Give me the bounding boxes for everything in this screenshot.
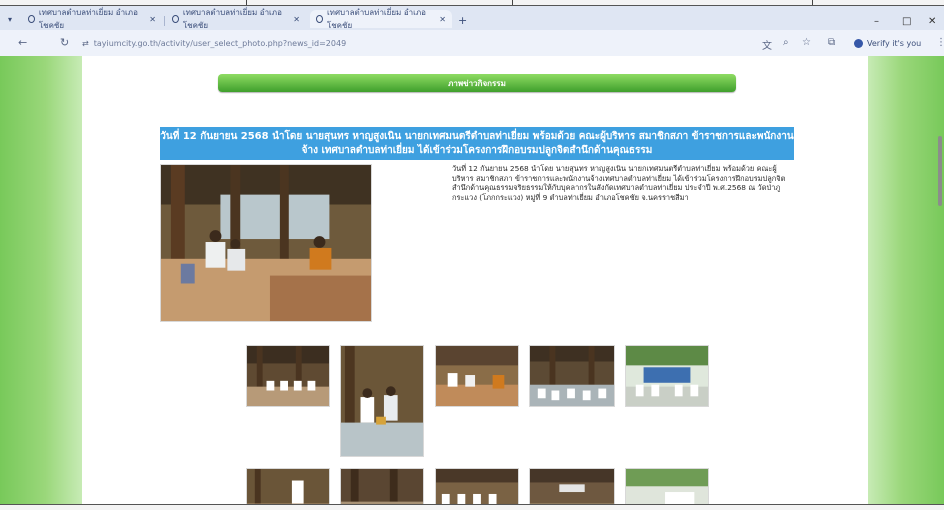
gallery-thumbnail[interactable] [625,345,709,407]
zoom-icon[interactable]: ⌕ [783,37,789,48]
scrollbar-thumb[interactable] [938,136,942,206]
url-text: tayiumcity.go.th/activity/user_select_ph… [93,38,347,48]
close-icon[interactable]: ✕ [293,15,300,24]
translate-icon[interactable]: 文 [762,37,772,52]
site-favicon-icon [28,15,35,23]
activity-photos-button[interactable]: ภาพข่าวกิจกรรม [218,74,736,92]
minimize-icon[interactable]: – [874,16,879,27]
extensions-icon[interactable]: ⧉ [828,37,835,48]
gallery-thumbnail[interactable] [435,468,519,505]
profile-avatar-icon [854,38,863,48]
profile-button[interactable]: Verify it's you [854,36,921,50]
frame-bottom [0,504,944,510]
gallery-thumbnail[interactable] [625,468,709,505]
gallery-thumbnail[interactable] [340,345,424,457]
news-body-text: วันที่ 12 กันยายน 2568 นำโดย นายสุนทร หา… [452,164,786,202]
site-info-icon[interactable]: ⇄ [82,39,89,48]
gallery-thumbnail[interactable] [529,345,615,407]
back-icon[interactable]: ← [18,36,27,49]
page-viewport: ภาพข่าวกิจกรรม วันที่ 12 กันยายน 2568 นำ… [0,56,944,505]
site-favicon-icon [316,15,323,23]
gallery-thumbnail[interactable] [246,468,330,505]
gallery-thumbnail[interactable] [529,468,615,505]
menu-icon[interactable]: ⋮ [936,37,944,48]
site-favicon-icon [172,15,179,23]
tab-2-label: เทศบาลตำบลท่าเยี่ยม อำเภอโชคชัย [182,8,282,30]
tab-strip: ▾ เทศบาลตำบลท่าเยี่ยม อำเภอโชคชัย ✕ เทศบ… [0,6,944,30]
frame-tick [812,0,813,5]
tab-1[interactable]: เทศบาลตำบลท่าเยี่ยม อำเภอโชคชัย ✕ [22,8,162,30]
gallery-thumbnail[interactable] [340,468,424,505]
close-icon[interactable]: ✕ [439,15,446,24]
new-tab-button[interactable]: + [458,14,467,27]
gallery-thumbnail[interactable] [246,345,330,407]
frame-tick [246,0,247,5]
right-green-banner [868,56,944,505]
maximize-icon[interactable]: □ [902,16,911,27]
tab-2[interactable]: เทศบาลตำบลท่าเยี่ยม อำเภอโชคชัย ✕ [166,8,306,30]
tab-3-label: เทศบาลตำบลท่าเยี่ยม อำเภอโชคชัย [326,8,426,30]
tab-separator [164,16,165,26]
tab-3[interactable]: เทศบาลตำบลท่าเยี่ยม อำเภอโชคชัย ✕ [310,8,452,30]
address-bar[interactable]: ⇄ tayiumcity.go.th/activity/user_select_… [82,35,742,51]
frame-tick [512,0,513,5]
tab-search-icon[interactable]: ▾ [8,15,12,24]
reload-icon[interactable]: ↻ [60,36,69,49]
close-icon[interactable]: ✕ [149,15,156,24]
left-green-banner [0,56,82,505]
profile-label: Verify it's you [867,38,922,48]
news-headline: วันที่ 12 กันยายน 2568 นำโดย นายสุนทร หา… [160,127,794,160]
tab-1-label: เทศบาลตำบลท่าเยี่ยม อำเภอโชคชัย [38,8,138,30]
gallery-thumbnail[interactable] [435,345,519,407]
close-window-icon[interactable]: ✕ [928,16,936,27]
bookmark-star-icon[interactable]: ☆ [802,37,811,48]
browser-toolbar: ← ↻ ⇄ tayiumcity.go.th/activity/user_sel… [0,30,944,56]
main-photo[interactable] [160,164,372,322]
